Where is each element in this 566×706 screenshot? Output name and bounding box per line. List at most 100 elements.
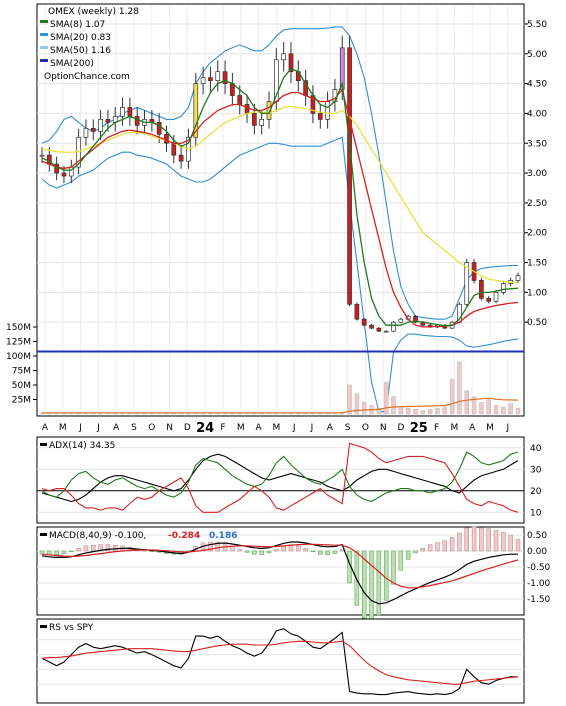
volume-bar [457,361,462,415]
x-tick-label: M [237,423,245,433]
candle-body [83,127,89,138]
macd-histogram-bar [61,550,67,554]
x-tick-label: 24 [196,421,214,436]
macd-histogram-bar [427,544,433,552]
macd-histogram-bar [420,548,426,552]
x-tick-label: J [505,423,509,433]
price-y-axis: 5.50 5.00 4.50 4.00 3.50 3.00 2.50 2.00 1.50 1.00… [524,20,547,328]
x-tick-label: J [310,423,314,433]
macd-histogram-bar [464,527,469,552]
legend-swatch-sma20 [40,33,48,36]
macd-histogram-bar [244,550,250,553]
macd-histogram-bar [515,539,521,552]
macd-histogram-bar [318,550,323,555]
x-tick-label: F [434,423,439,433]
candle-body [361,318,367,326]
volume-bar [347,384,352,415]
x-tick-label: M [451,423,459,433]
legend-sma200: SMA(200) [50,59,94,69]
volume-bar [435,407,440,415]
macd-histogram-bar [369,550,374,622]
x-tick-label: A [113,423,120,433]
volume-bar [361,402,367,415]
macd-y-axis: 0.50 0.00 -0.50 -1.00 -1.50 [527,531,551,605]
rs-title-swatch [40,625,47,628]
legend-sma20: SMA(20) 0.83 [50,33,111,43]
macd-histogram-bar [501,532,506,552]
macd-tick-label: -1.00 [527,579,551,589]
candle-body [391,321,396,332]
x-tick-label: S [131,423,137,433]
candle-body [98,119,103,132]
macd-histogram-bar [252,550,257,555]
price-tick-label: 4.50 [527,80,547,90]
volume-bar [486,399,491,415]
adx-tick-label: 40 [530,444,542,454]
volume-tick-label: 75M [12,367,31,377]
price-tick-label: 1.50 [527,259,547,269]
volume-bar [383,381,389,415]
macd-histogram-bar [449,537,455,552]
volume-tick-label: 125M [6,338,31,348]
macd-histogram-bar [493,530,499,552]
candle-body [200,77,206,84]
macd-histogram-bar [54,550,59,556]
macd-histogram-bar [325,550,330,556]
price-tick-label: 5.00 [527,50,547,60]
macd-title-swatch [40,533,47,536]
candle-body [347,47,352,305]
macd-histogram-bar [76,548,81,552]
macd-histogram-bar [237,549,242,552]
adx-title: ADX(14) 34.35 [49,441,115,451]
x-tick-label: J [78,423,82,433]
legend-swatch-sma8 [40,20,48,23]
candle-body [383,330,389,333]
candle-body [281,53,286,61]
volume-bar [449,378,455,415]
stock-chart: 5.50 5.00 4.50 4.00 3.50 3.00 2.50 2.00 1.50 1.00… [6,3,551,704]
macd-histogram-bar [376,550,382,616]
macd-histogram-bar [486,528,491,552]
macd-histogram-bar [398,550,404,571]
candle-body [515,275,521,281]
candle-body [369,324,374,329]
macd-histogram-bar [405,550,411,560]
candle-body [120,107,125,117]
rs-panel-frame [36,618,525,704]
x-tick-label: A [42,423,49,433]
legend-sma8: SMA(8) 1.07 [50,20,105,30]
price-tick-label: 3.00 [527,169,547,179]
candle-body [493,292,499,302]
candle-body [215,71,221,81]
x-tick-label: M [273,423,281,433]
candle-body [134,116,140,126]
volume-y-axis: 150M 125M 100M 75M 50M 25M [6,323,37,406]
volume-bar [501,406,506,415]
candle-body [398,318,404,323]
candle-body [171,142,177,156]
candle-body [354,303,360,320]
macd-signal-value: -0.284 [168,531,200,541]
adx-tick-label: 10 [530,508,542,518]
macd-histogram-bar [296,545,301,552]
macd-histogram-bar [274,548,279,552]
price-tick-label: 2.00 [527,229,547,239]
macd-histogram-bar [259,550,264,556]
candle-body [259,119,265,126]
macd-histogram-bar [112,544,118,552]
volume-tick-label: 25M [12,396,31,406]
price-panel-frame [36,3,525,417]
adx-tick-label: 20 [530,487,542,497]
x-tick-label: O [148,423,155,433]
x-tick-label: J [96,423,100,433]
legend-swatch-sma50 [40,46,48,49]
x-tick-label: N [380,423,387,433]
x-axis-labels: A M J J A S O N D 24 F M A M J J A S O N D 25 F M A M J [42,421,509,436]
macd-histogram-bar [391,550,396,585]
x-tick-label: A [469,423,476,433]
volume-tick-label: 150M [6,323,31,333]
x-tick-label: D [398,423,405,433]
candle-body [61,172,67,177]
volume-tick-label: 50M [12,381,31,391]
volume-bar [493,405,499,415]
